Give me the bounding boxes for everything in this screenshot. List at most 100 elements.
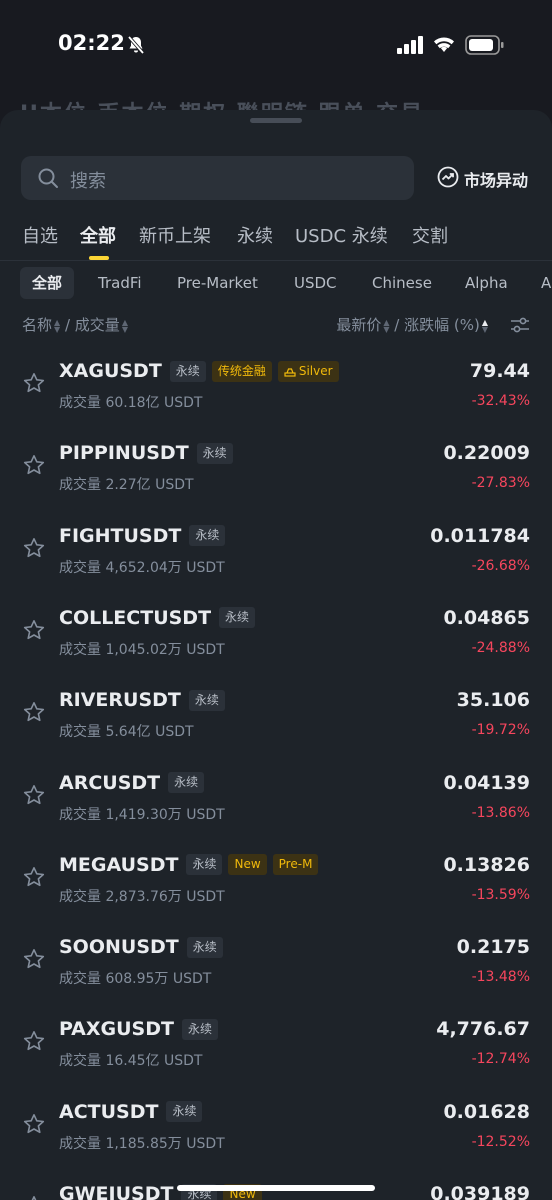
tab-divider <box>0 260 552 261</box>
star-icon[interactable] <box>22 453 46 481</box>
status-time: 02:22 <box>58 31 125 55</box>
price-change: -19.72% <box>471 722 530 739</box>
sort-change[interactable]: 涨跌幅 (%) <box>404 316 480 334</box>
bell-off-icon <box>126 35 146 59</box>
tab-delivery[interactable]: 交割 <box>412 222 448 248</box>
wifi-icon <box>432 34 456 58</box>
symbol-line: RIVERUSDT 永续 <box>59 689 225 711</box>
tab-new-listings[interactable]: 新币上架 <box>139 222 211 248</box>
tag-label: 永续 <box>172 1104 197 1119</box>
sort-arrows-icon: ▲ ▼ <box>54 317 61 334</box>
price-change: -26.68% <box>471 557 530 574</box>
search-icon <box>37 167 59 193</box>
symbol-name: PIPPINUSDT <box>59 442 189 465</box>
tag-label: 永续 <box>192 857 217 872</box>
market-row[interactable]: MEGAUSDT 永续 New Pre-M 成交量 2,873.76万 USDT 0.13… <box>0 844 552 926</box>
market-sheet: 搜索 市场异动 自选 全部 新币上架 永续 USDC 永续 交割 全部 Trad… <box>0 110 552 1200</box>
symbol-name: RIVERUSDT <box>59 689 181 712</box>
volume-text: 成交量 2.27亿 USDT <box>59 477 194 494</box>
tag-label: 永续 <box>192 939 217 954</box>
tag-label: Pre-M <box>278 857 313 872</box>
symbol-line: FIGHTUSDT 永续 <box>59 524 226 547</box>
symbol-line: PAXGUSDT 永续 <box>59 1018 218 1040</box>
chip-chinese[interactable]: Chinese <box>360 267 444 299</box>
sort-name[interactable]: 名称 <box>22 316 52 334</box>
volume-text: 成交量 60.18亿 USDT <box>59 395 203 411</box>
sort-separator: / <box>64 316 71 334</box>
symbol-tag: 永续 <box>186 936 223 958</box>
tag-label: 永续 <box>187 1021 212 1036</box>
price-change: -27.83% <box>471 475 530 492</box>
market-row[interactable]: XAGUSDT 永续 传统金融 Silver 成交量 60.18亿 USDT 79.44 -… <box>0 350 552 432</box>
tab-perpetual[interactable]: 永续 <box>237 222 273 248</box>
market-row[interactable]: SOONUSDT 永续 成交量 608.95万 USDT 0.2175 -13.48% <box>0 926 552 1008</box>
market-alert-button[interactable]: 市场异动 <box>437 166 528 192</box>
chip-alpha[interactable]: Alpha <box>453 267 520 299</box>
symbol-line: XAGUSDT 永续 传统金融 Silver <box>59 360 339 382</box>
last-price: 0.22009 <box>443 442 530 465</box>
star-icon[interactable] <box>22 1029 46 1057</box>
tab-all[interactable]: 全部 <box>80 222 116 248</box>
sort-volume[interactable]: 成交量 <box>75 316 120 334</box>
search-input[interactable]: 搜索 <box>21 156 414 200</box>
star-icon[interactable] <box>22 700 46 728</box>
market-row[interactable]: FIGHTUSDT 永续 成交量 4,652.04万 USDT 0.011784 -26… <box>0 515 552 597</box>
chip-more[interactable]: A <box>529 267 552 299</box>
star-icon[interactable] <box>22 371 46 399</box>
volume-text: 成交量 1,185.85万 USDT <box>59 1135 225 1152</box>
chip-pre-market[interactable]: Pre-Market <box>165 267 270 299</box>
volume-text: 成交量 1,419.30万 USDT <box>59 806 225 823</box>
symbol-tag: 永续 <box>186 854 223 876</box>
market-row[interactable]: PIPPINUSDT 永续 成交量 2.27亿 USDT 0.22009 -27.83% <box>0 432 552 514</box>
tab-usdc-perpetual[interactable]: USDC 永续 <box>295 222 388 248</box>
market-alert-label: 市场异动 <box>464 171 529 190</box>
symbol-tag: 永续 <box>219 607 256 629</box>
chip-usdc[interactable]: USDC <box>282 267 349 299</box>
star-icon[interactable] <box>22 1194 46 1200</box>
volume-text: 成交量 16.45亿 USDT <box>59 1053 203 1070</box>
star-icon[interactable] <box>22 947 46 975</box>
market-row[interactable]: ARCUSDT 永续 成交量 1,419.30万 USDT 0.04139 -13.86… <box>0 762 552 844</box>
symbol-name: FIGHTUSDT <box>59 524 182 547</box>
chip-tradfi[interactable]: TradFi <box>86 267 154 299</box>
sheet-grabber[interactable] <box>250 118 302 123</box>
symbol-tag: 永续 <box>166 1101 203 1123</box>
market-row[interactable]: RIVERUSDT 永续 成交量 5.64亿 USDT 35.106 -19.72% <box>0 679 552 761</box>
last-price: 0.01628 <box>443 1100 530 1123</box>
symbol-tag: 永续 <box>196 442 233 464</box>
star-icon[interactable] <box>22 536 46 564</box>
volume-text: 成交量 1,045.02万 USDT <box>59 641 225 658</box>
tab-favorites[interactable]: 自选 <box>22 222 58 248</box>
star-icon[interactable] <box>22 618 46 646</box>
status-bar: 02:22 <box>0 0 552 92</box>
symbol-tag: Pre-M <box>272 854 319 876</box>
last-price: 0.011784 <box>430 524 530 547</box>
chip-all[interactable]: 全部 <box>20 267 75 299</box>
star-icon[interactable] <box>22 783 46 811</box>
symbol-tag: 永续 <box>168 772 205 793</box>
settings-sliders-icon[interactable] <box>510 316 530 338</box>
symbol-name: PAXGUSDT <box>59 1018 174 1041</box>
sort-last-price[interactable]: 最新价 <box>336 316 381 334</box>
market-row[interactable]: ACTUSDT 永续 成交量 1,185.85万 USDT 0.01628 -12.52… <box>0 1091 552 1173</box>
price-change: -32.43% <box>471 393 530 409</box>
last-price: 4,776.67 <box>436 1018 530 1041</box>
sort-header: 名称 ▲ ▼ / 成交量 ▲ ▼ 最新价 ▲ ▼ / 涨跌幅 (%) ▲ ▼ <box>0 314 552 338</box>
star-icon[interactable] <box>22 865 46 893</box>
symbol-tag: 永续 <box>181 1018 218 1040</box>
silver-icon <box>284 364 299 378</box>
home-indicator <box>177 1185 375 1191</box>
last-price: 35.106 <box>456 689 530 712</box>
sort-arrows-icon: ▲ ▼ <box>383 317 390 334</box>
symbol-line: ACTUSDT 永续 <box>59 1101 203 1123</box>
symbol-name: ARCUSDT <box>59 771 161 794</box>
volume-text: 成交量 2,873.76万 USDT <box>59 888 225 905</box>
cellular-signal-icon <box>397 36 425 58</box>
star-icon[interactable] <box>22 1112 46 1140</box>
symbol-name: MEGAUSDT <box>59 853 179 876</box>
last-price: 0.04865 <box>443 606 530 629</box>
market-row[interactable]: PAXGUSDT 永续 成交量 16.45亿 USDT 4,776.67 -12.74% <box>0 1008 552 1090</box>
symbol-tag: 永续 <box>188 689 225 711</box>
tag-label: 永续 <box>175 363 200 378</box>
market-row[interactable]: COLLECTUSDT 永续 成交量 1,045.02万 USDT 0.04865 -2… <box>0 597 552 679</box>
